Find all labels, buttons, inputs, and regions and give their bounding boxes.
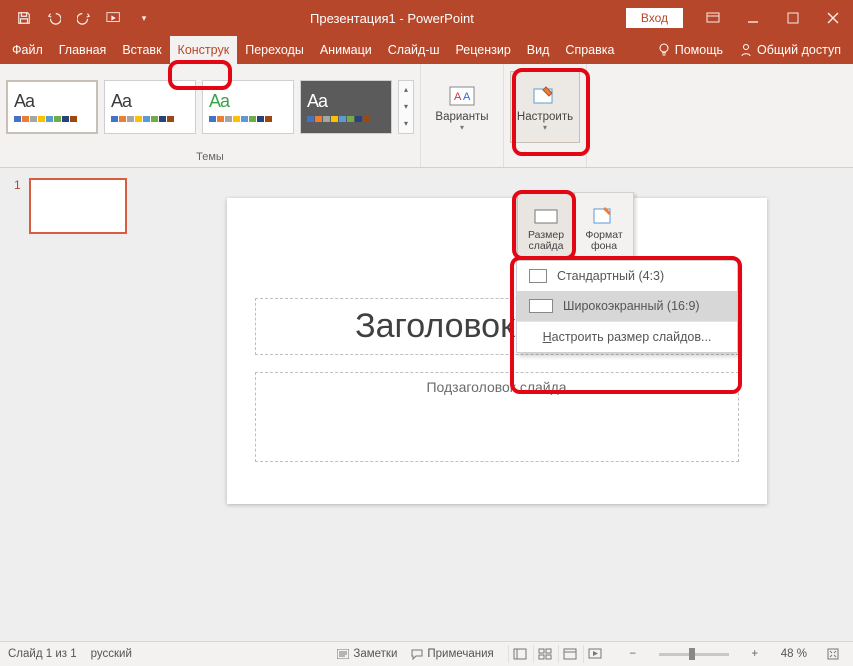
slide-number: 1 — [14, 178, 21, 234]
slide-size-standard[interactable]: Стандартный (4:3) — [517, 261, 737, 291]
zoom-level[interactable]: 48 % — [781, 648, 807, 660]
zoom-slider[interactable] — [659, 653, 729, 656]
customize-icon — [531, 85, 559, 109]
close-icon[interactable] — [813, 4, 853, 32]
aspect-4-3-icon — [529, 269, 547, 283]
svg-text:A: A — [463, 91, 471, 103]
tab-file[interactable]: Файл — [4, 36, 51, 64]
themes-gallery[interactable]: Aa Aa Aa Aa ▴▾▾ — [0, 64, 420, 149]
slide-size-button[interactable]: Размер слайда — [517, 193, 575, 259]
zoom-in-icon[interactable]: + — [743, 645, 767, 663]
comments-icon — [411, 649, 423, 660]
slide-size-standard-label: Стандартный (4:3) — [557, 269, 664, 283]
title-bar: ▾ Презентация1 - PowerPoint Вход — [0, 0, 853, 36]
reading-view-icon[interactable] — [558, 645, 582, 663]
sign-in-button[interactable]: Вход — [626, 8, 683, 28]
ribbon-design: Aa Aa Aa Aa ▴▾▾ Темы AA Варианты ▾ Настроить… — [0, 64, 853, 168]
chevron-down-icon: ▾ — [460, 123, 464, 132]
status-bar: Слайд 1 из 1 русский Заметки Примечания … — [0, 641, 853, 666]
workspace: 1 Заголовок слайда Подзаголовок слайда — [0, 168, 853, 641]
slide-thumbnail-panel: 1 — [0, 168, 160, 641]
start-from-beginning-icon[interactable] — [100, 4, 128, 32]
tab-insert[interactable]: Вставк — [114, 36, 169, 64]
slide-size-menu: Стандартный (4:3) Широкоэкранный (16:9) … — [516, 260, 738, 353]
ribbon-display-icon[interactable] — [693, 4, 733, 32]
theme-thumbnail[interactable]: Aa — [104, 80, 196, 134]
slide-size-label: Размер слайда — [528, 230, 564, 252]
notes-icon — [337, 649, 349, 659]
comments-toggle[interactable]: Примечания — [411, 648, 493, 660]
slide-size-icon — [532, 204, 560, 228]
customize-dropdown-panel: Размер слайда Формат фона — [516, 192, 634, 260]
window-controls — [693, 4, 853, 32]
fit-to-window-icon[interactable] — [821, 645, 845, 663]
redo-icon[interactable] — [70, 4, 98, 32]
window-title: Презентация1 - PowerPoint — [158, 11, 626, 26]
themes-group-label: Темы — [0, 149, 420, 167]
tab-design[interactable]: Конструк — [170, 36, 238, 64]
minimize-icon[interactable] — [733, 4, 773, 32]
slide-size-widescreen[interactable]: Широкоэкранный (16:9) — [517, 291, 737, 321]
lightbulb-icon — [657, 43, 671, 57]
maximize-icon[interactable] — [773, 4, 813, 32]
themes-more-icon[interactable]: ▴▾▾ — [398, 80, 414, 134]
format-background-button[interactable]: Формат фона — [575, 193, 633, 259]
format-background-label: Формат фона — [585, 230, 622, 252]
svg-text:A: A — [454, 91, 462, 103]
zoom-out-icon[interactable]: − — [621, 645, 645, 663]
aspect-16-9-icon — [529, 299, 553, 313]
tab-review[interactable]: Рецензир — [448, 36, 519, 64]
slide-size-widescreen-label: Широкоэкранный (16:9) — [563, 299, 700, 313]
qat-chevron-down-icon[interactable]: ▾ — [130, 4, 158, 32]
tab-animations[interactable]: Анимаци — [312, 36, 380, 64]
subtitle-placeholder[interactable]: Подзаголовок слайда — [255, 372, 739, 462]
share-icon — [739, 43, 753, 57]
theme-preview-text: Aa — [307, 91, 327, 112]
sorter-view-icon[interactable] — [533, 645, 557, 663]
theme-swatches — [209, 116, 272, 122]
slide-editor-area: Заголовок слайда Подзаголовок слайда — [160, 168, 853, 641]
variants-label: Варианты — [435, 111, 488, 123]
theme-swatches — [307, 116, 370, 122]
variants-button[interactable]: AA Варианты ▾ — [427, 71, 497, 143]
tab-view[interactable]: Вид — [519, 36, 558, 64]
status-language[interactable]: русский — [91, 648, 132, 660]
slide-size-custom[interactable]: Настроить размер слайдов... — [517, 322, 737, 352]
slide-thumbnail-preview — [29, 178, 127, 234]
share-button[interactable]: Общий доступ — [731, 36, 849, 64]
theme-preview-text: Aa — [111, 91, 131, 112]
tell-me-button[interactable]: Помощь — [649, 36, 731, 64]
theme-swatches — [14, 116, 77, 122]
tab-home[interactable]: Главная — [51, 36, 115, 64]
status-slide-count[interactable]: Слайд 1 из 1 — [8, 648, 77, 660]
notes-toggle[interactable]: Заметки — [337, 648, 397, 660]
variants-icon: AA — [448, 85, 476, 109]
theme-thumbnail[interactable]: Aa — [202, 80, 294, 134]
customize-label: Настроить — [517, 111, 573, 123]
format-background-icon — [590, 204, 618, 228]
theme-preview-text: Aa — [209, 91, 229, 112]
normal-view-icon[interactable] — [508, 645, 532, 663]
tab-slideshow[interactable]: Слайд-ш — [380, 36, 448, 64]
undo-icon[interactable] — [40, 4, 68, 32]
tab-help[interactable]: Справка — [557, 36, 622, 64]
tell-me-label: Помощь — [675, 43, 723, 57]
zoom-slider-thumb[interactable] — [689, 648, 695, 660]
chevron-down-icon: ▾ — [543, 123, 547, 132]
ribbon-tabs: Файл Главная Вставк Конструк Переходы Ан… — [0, 36, 853, 64]
theme-thumbnail[interactable]: Aa — [6, 80, 98, 134]
theme-thumbnail[interactable]: Aa — [300, 80, 392, 134]
customize-button[interactable]: Настроить ▾ — [510, 71, 580, 143]
save-icon[interactable] — [10, 4, 38, 32]
share-label: Общий доступ — [757, 43, 841, 57]
quick-access-toolbar: ▾ — [0, 4, 158, 32]
slideshow-view-icon[interactable] — [583, 645, 607, 663]
view-buttons — [508, 645, 607, 663]
subtitle-placeholder-text: Подзаголовок слайда — [426, 379, 566, 395]
slide-thumbnail[interactable]: 1 — [14, 178, 146, 234]
theme-swatches — [111, 116, 174, 122]
tab-transitions[interactable]: Переходы — [237, 36, 312, 64]
theme-preview-text: Aa — [14, 91, 34, 112]
